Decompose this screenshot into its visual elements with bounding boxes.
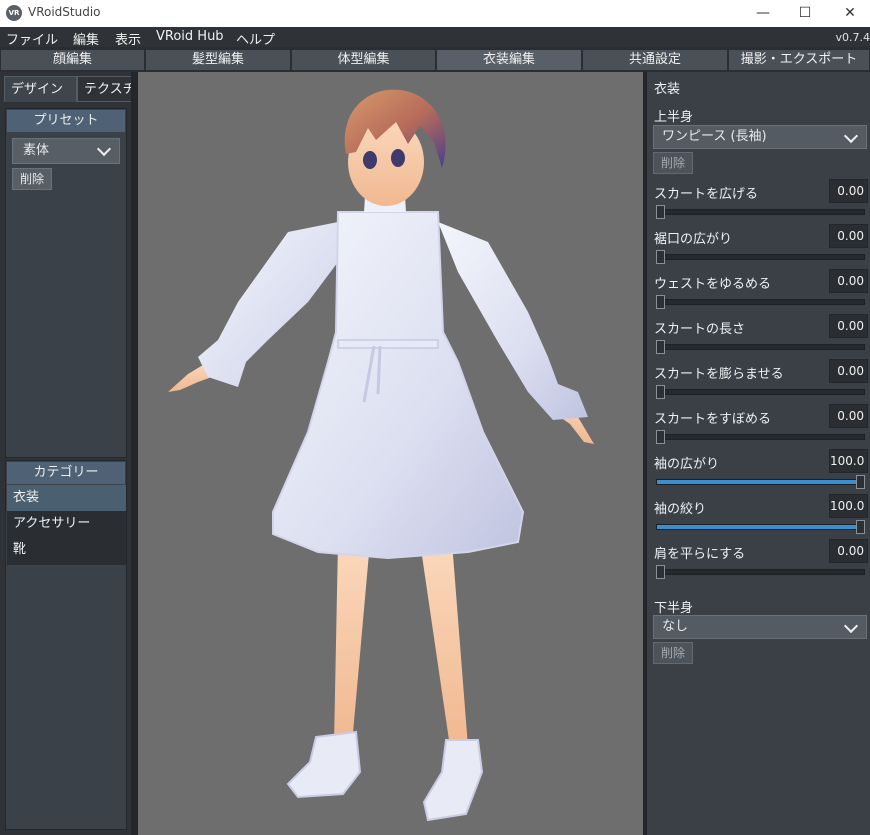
tab-texture[interactable]: テクスチャ xyxy=(77,76,137,102)
param-slider[interactable] xyxy=(656,565,865,579)
param-slider[interactable] xyxy=(656,385,865,399)
param-label: スカートを広げる xyxy=(654,187,759,202)
slider-thumb[interactable] xyxy=(656,205,665,219)
preset-dropdown-value: 素体 xyxy=(23,143,50,158)
maximize-button[interactable]: ☐ xyxy=(782,0,828,27)
param-value-field[interactable]: 0.00 xyxy=(829,359,868,383)
lower-body-delete-button[interactable]: 削除 xyxy=(653,642,693,664)
preset-delete-button[interactable]: 削除 xyxy=(12,168,52,190)
param-label: 裾口の広がり xyxy=(654,232,733,247)
outfit-panel-title: 衣装 xyxy=(654,82,681,97)
tab-outfit-edit[interactable]: 衣装編集 xyxy=(436,49,582,71)
right-panel: 衣装 上半身 ワンピース (長袖) 削除 スカートを広げる 0.00 裾口の広がり 0… xyxy=(647,72,870,835)
mode-tab-bar: 顔編集 髪型編集 体型編集 衣装編集 共通設定 撮影・エクスポート xyxy=(0,47,870,72)
menu-vroid-hub[interactable]: VRoid Hub xyxy=(156,29,224,44)
param-label: スカートの長さ xyxy=(654,322,746,337)
menu-file[interactable]: ファイル xyxy=(6,29,58,48)
category-item-shoes[interactable]: 靴 xyxy=(7,537,126,563)
minimize-button[interactable]: — xyxy=(740,0,786,27)
slider-thumb[interactable] xyxy=(656,340,665,354)
param-label: 袖の絞り xyxy=(654,502,707,517)
menu-bar: ファイル 編集 表示 VRoid Hub ヘルプ v0.7.4 xyxy=(0,27,870,48)
chevron-down-icon xyxy=(96,141,112,157)
close-button[interactable]: ✕ xyxy=(827,0,870,27)
chevron-down-icon xyxy=(843,618,859,634)
upper-body-dropdown[interactable]: ワンピース (長袖) xyxy=(653,125,867,149)
category-item-outfit[interactable]: 衣装 xyxy=(7,485,126,511)
menu-view[interactable]: 表示 xyxy=(115,29,141,48)
upper-body-delete-button[interactable]: 削除 xyxy=(653,152,693,174)
slider-fill xyxy=(657,480,864,484)
param-slider[interactable] xyxy=(656,205,865,219)
slider-thumb[interactable] xyxy=(656,250,665,264)
param-slider[interactable] xyxy=(656,295,865,309)
slider-thumb[interactable] xyxy=(656,385,665,399)
version-label: v0.7.4 xyxy=(835,31,870,44)
menu-edit[interactable]: 編集 xyxy=(73,29,99,48)
lower-body-dropdown-value: なし xyxy=(662,619,689,634)
param-value-field[interactable]: 0.00 xyxy=(829,269,868,293)
menu-help[interactable]: ヘルプ xyxy=(236,29,275,48)
param-slider[interactable] xyxy=(656,430,865,444)
lower-body-dropdown[interactable]: なし xyxy=(653,615,867,639)
slider-fill xyxy=(657,525,864,529)
param-label: スカートを膨らませる xyxy=(654,367,784,382)
slider-thumb[interactable] xyxy=(656,295,665,309)
slider-thumb[interactable] xyxy=(656,565,665,579)
upper-body-dropdown-value: ワンピース (長袖) xyxy=(662,129,767,144)
tab-common-settings[interactable]: 共通設定 xyxy=(582,49,728,71)
param-value-field[interactable]: 100.0 xyxy=(829,449,868,473)
param-label: ウェストをゆるめる xyxy=(654,277,772,292)
left-panel-scrollbar[interactable] xyxy=(131,72,138,835)
left-panel: デザイン テクスチャ プリセット 素体 削除 カテゴリー 衣装 アクセサリー 靴 xyxy=(0,72,138,835)
category-header: カテゴリー xyxy=(7,462,125,484)
lower-body-label: 下半身 xyxy=(654,601,694,616)
preset-section: プリセット 素体 削除 xyxy=(5,108,127,458)
category-item-accessory[interactable]: アクセサリー xyxy=(7,511,126,537)
tab-face-edit[interactable]: 顔編集 xyxy=(0,49,145,71)
preset-dropdown[interactable]: 素体 xyxy=(12,138,120,164)
param-label: 袖の広がり xyxy=(654,457,720,472)
tab-design[interactable]: デザイン xyxy=(4,76,77,102)
param-value-field[interactable]: 0.00 xyxy=(829,404,868,428)
tab-hair-edit[interactable]: 髪型編集 xyxy=(145,49,291,71)
slider-thumb[interactable] xyxy=(856,475,865,489)
param-value-field[interactable]: 0.00 xyxy=(829,539,868,563)
param-value-field[interactable]: 0.00 xyxy=(829,224,868,248)
param-slider[interactable] xyxy=(656,250,865,264)
preset-header: プリセット xyxy=(7,110,125,132)
param-label: スカートをすぼめる xyxy=(654,412,772,427)
slider-thumb[interactable] xyxy=(656,430,665,444)
chevron-down-icon xyxy=(843,128,859,144)
param-value-field[interactable]: 0.00 xyxy=(829,179,868,203)
character-model xyxy=(168,89,594,822)
category-list: 衣装 アクセサリー 靴 xyxy=(7,485,126,565)
param-label: 肩を平らにする xyxy=(654,547,746,562)
3d-viewport[interactable] xyxy=(138,72,643,835)
app-logo-icon: VR xyxy=(6,5,22,21)
param-slider[interactable] xyxy=(656,340,865,354)
upper-body-label: 上半身 xyxy=(654,110,694,125)
param-slider[interactable] xyxy=(656,520,865,534)
window-title: VRoidStudio xyxy=(28,5,101,19)
param-value-field[interactable]: 100.0 xyxy=(829,494,868,518)
slider-thumb[interactable] xyxy=(856,520,865,534)
tab-body-edit[interactable]: 体型編集 xyxy=(291,49,436,71)
title-bar: VR VRoidStudio — ☐ ✕ xyxy=(0,0,870,27)
tab-photo-export[interactable]: 撮影・エクスポート xyxy=(728,49,870,71)
category-section: カテゴリー 衣装 アクセサリー 靴 xyxy=(5,460,127,830)
param-slider[interactable] xyxy=(656,475,865,489)
param-value-field[interactable]: 0.00 xyxy=(829,314,868,338)
